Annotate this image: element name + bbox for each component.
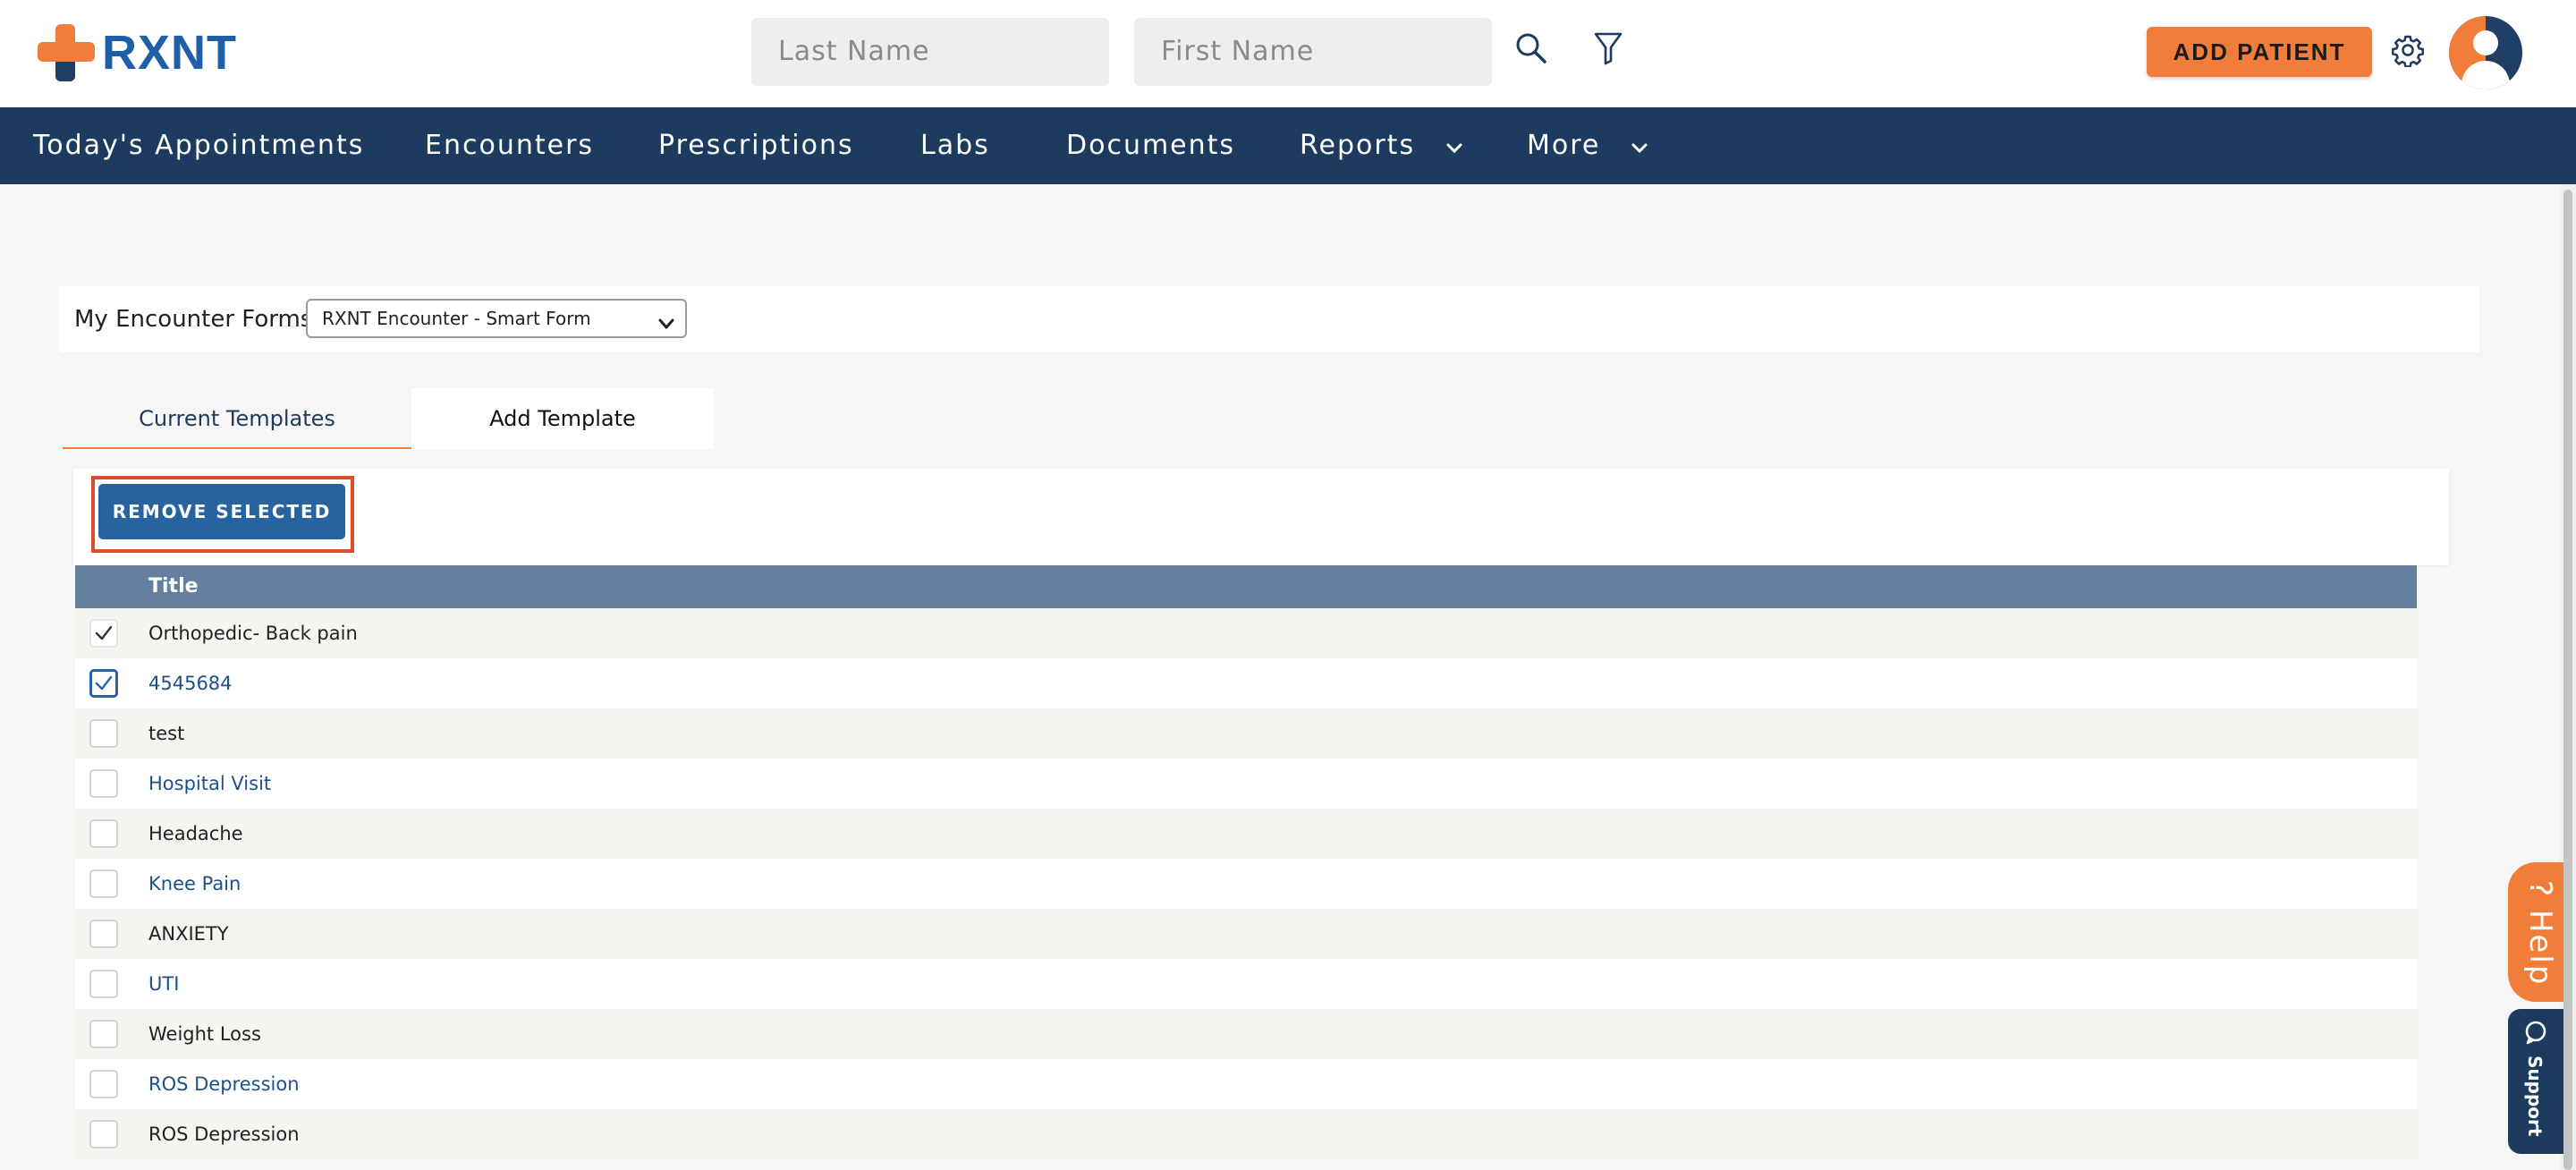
help-text: Help: [2522, 909, 2558, 987]
user-avatar[interactable]: [2449, 16, 2522, 89]
add-patient-button[interactable]: ADD PATIENT: [2147, 27, 2372, 77]
templates-table: Title Orthopedic- Back pain 4545684 test Ho…: [75, 565, 2417, 1159]
first-name-input[interactable]: First Name: [1134, 18, 1492, 86]
template-title: Headache: [148, 823, 243, 844]
nav-todays-appointments[interactable]: Today's Appointments: [33, 107, 364, 184]
main-nav: Today's Appointments Encounters Prescrip…: [0, 107, 2576, 184]
chevron-down-icon: [1445, 108, 1463, 185]
nav-documents[interactable]: Documents: [1066, 107, 1235, 184]
nav-label: Reports: [1300, 130, 1416, 161]
nav-label: Today's Appointments: [33, 130, 365, 161]
row-checkbox[interactable]: [89, 920, 118, 948]
template-title-link[interactable]: 4545684: [148, 658, 233, 708]
gear-icon[interactable]: [2388, 30, 2428, 70]
table-row: Weight Loss: [75, 1009, 2417, 1059]
row-checkbox[interactable]: [89, 769, 118, 798]
filter-icon[interactable]: [1590, 29, 1626, 68]
last-name-input[interactable]: Last Name: [751, 18, 1109, 86]
row-checkbox[interactable]: [89, 719, 118, 748]
table-header: Title: [75, 565, 2417, 608]
template-title-link[interactable]: UTI: [148, 959, 179, 1009]
logo-text: RXNT: [102, 26, 237, 80]
encounter-forms-selected-value: RXNT Encounter - Smart Form: [322, 308, 591, 329]
template-tabs: Current Templates Add Template: [63, 388, 714, 449]
row-checkbox[interactable]: [89, 669, 118, 698]
template-title: test: [148, 723, 185, 744]
row-checkbox[interactable]: [89, 619, 118, 648]
nav-prescriptions[interactable]: Prescriptions: [658, 107, 854, 184]
table-row: Orthopedic- Back pain: [75, 608, 2417, 658]
chevron-down-icon: [1631, 108, 1648, 185]
table-row: test: [75, 708, 2417, 759]
template-title: Weight Loss: [148, 1023, 261, 1045]
tab-current-templates[interactable]: Current Templates: [63, 388, 411, 449]
column-header-title[interactable]: Title: [148, 565, 199, 608]
template-title: ROS Depression: [148, 1123, 300, 1145]
template-title-link[interactable]: Hospital Visit: [148, 759, 271, 809]
table-row: 4545684: [75, 658, 2417, 708]
template-title: ANXIETY: [148, 923, 229, 945]
nav-reports[interactable]: Reports: [1300, 107, 1463, 184]
nav-label: Prescriptions: [658, 130, 854, 161]
encounter-forms-label: My Encounter Forms:: [74, 306, 321, 333]
top-header: RXNT Last Name First Name ADD PATIENT: [0, 0, 2576, 107]
table-row: ROS Depression: [75, 1109, 2417, 1159]
encounter-forms-select[interactable]: RXNT Encounter - Smart Form: [306, 299, 687, 338]
row-checkbox[interactable]: [89, 1070, 118, 1098]
tab-add-template[interactable]: Add Template: [411, 388, 714, 449]
template-title-link[interactable]: ROS Depression: [148, 1059, 300, 1109]
help-question-icon: ?: [2522, 880, 2558, 899]
rxnt-logo-icon: [36, 22, 97, 83]
template-title-link[interactable]: Knee Pain: [148, 859, 241, 909]
row-checkbox[interactable]: [89, 970, 118, 998]
checkmark-icon: [95, 675, 113, 691]
nav-labs[interactable]: Labs: [920, 107, 990, 184]
table-row: ROS Depression: [75, 1059, 2417, 1109]
row-checkbox[interactable]: [89, 1120, 118, 1149]
template-title: Orthopedic- Back pain: [148, 623, 358, 644]
nav-label: Encounters: [425, 130, 595, 161]
chevron-down-icon: [657, 309, 676, 345]
row-checkbox[interactable]: [89, 819, 118, 848]
table-row: Knee Pain: [75, 859, 2417, 909]
nav-label: Documents: [1066, 130, 1236, 161]
table-row: Headache: [75, 809, 2417, 859]
nav-label: More: [1527, 130, 1601, 161]
actions-card: [73, 469, 2449, 565]
row-checkbox[interactable]: [89, 1020, 118, 1048]
support-label: Support: [2524, 1056, 2546, 1137]
support-tab[interactable]: Support: [2508, 1009, 2563, 1154]
table-row: ANXIETY: [75, 909, 2417, 959]
nav-label: Labs: [920, 130, 990, 161]
encounter-forms-bar: My Encounter Forms: RXNT Encounter - Sma…: [59, 286, 2479, 352]
table-row: UTI: [75, 959, 2417, 1009]
help-label: ? Help: [2522, 880, 2558, 986]
nav-more[interactable]: More: [1527, 107, 1648, 184]
search-icon[interactable]: [1512, 29, 1551, 68]
help-tab[interactable]: ? Help: [2508, 862, 2563, 1002]
row-checkbox[interactable]: [89, 869, 118, 898]
remove-selected-button[interactable]: REMOVE SELECTED: [98, 484, 345, 539]
chat-bubble-icon: [2523, 1020, 2548, 1049]
table-row: Hospital Visit: [75, 759, 2417, 809]
page-scrollbar-thumb[interactable]: [2563, 190, 2572, 1170]
rxnt-logo[interactable]: RXNT: [36, 21, 237, 84]
checkmark-icon: [95, 625, 113, 640]
nav-encounters[interactable]: Encounters: [425, 107, 594, 184]
